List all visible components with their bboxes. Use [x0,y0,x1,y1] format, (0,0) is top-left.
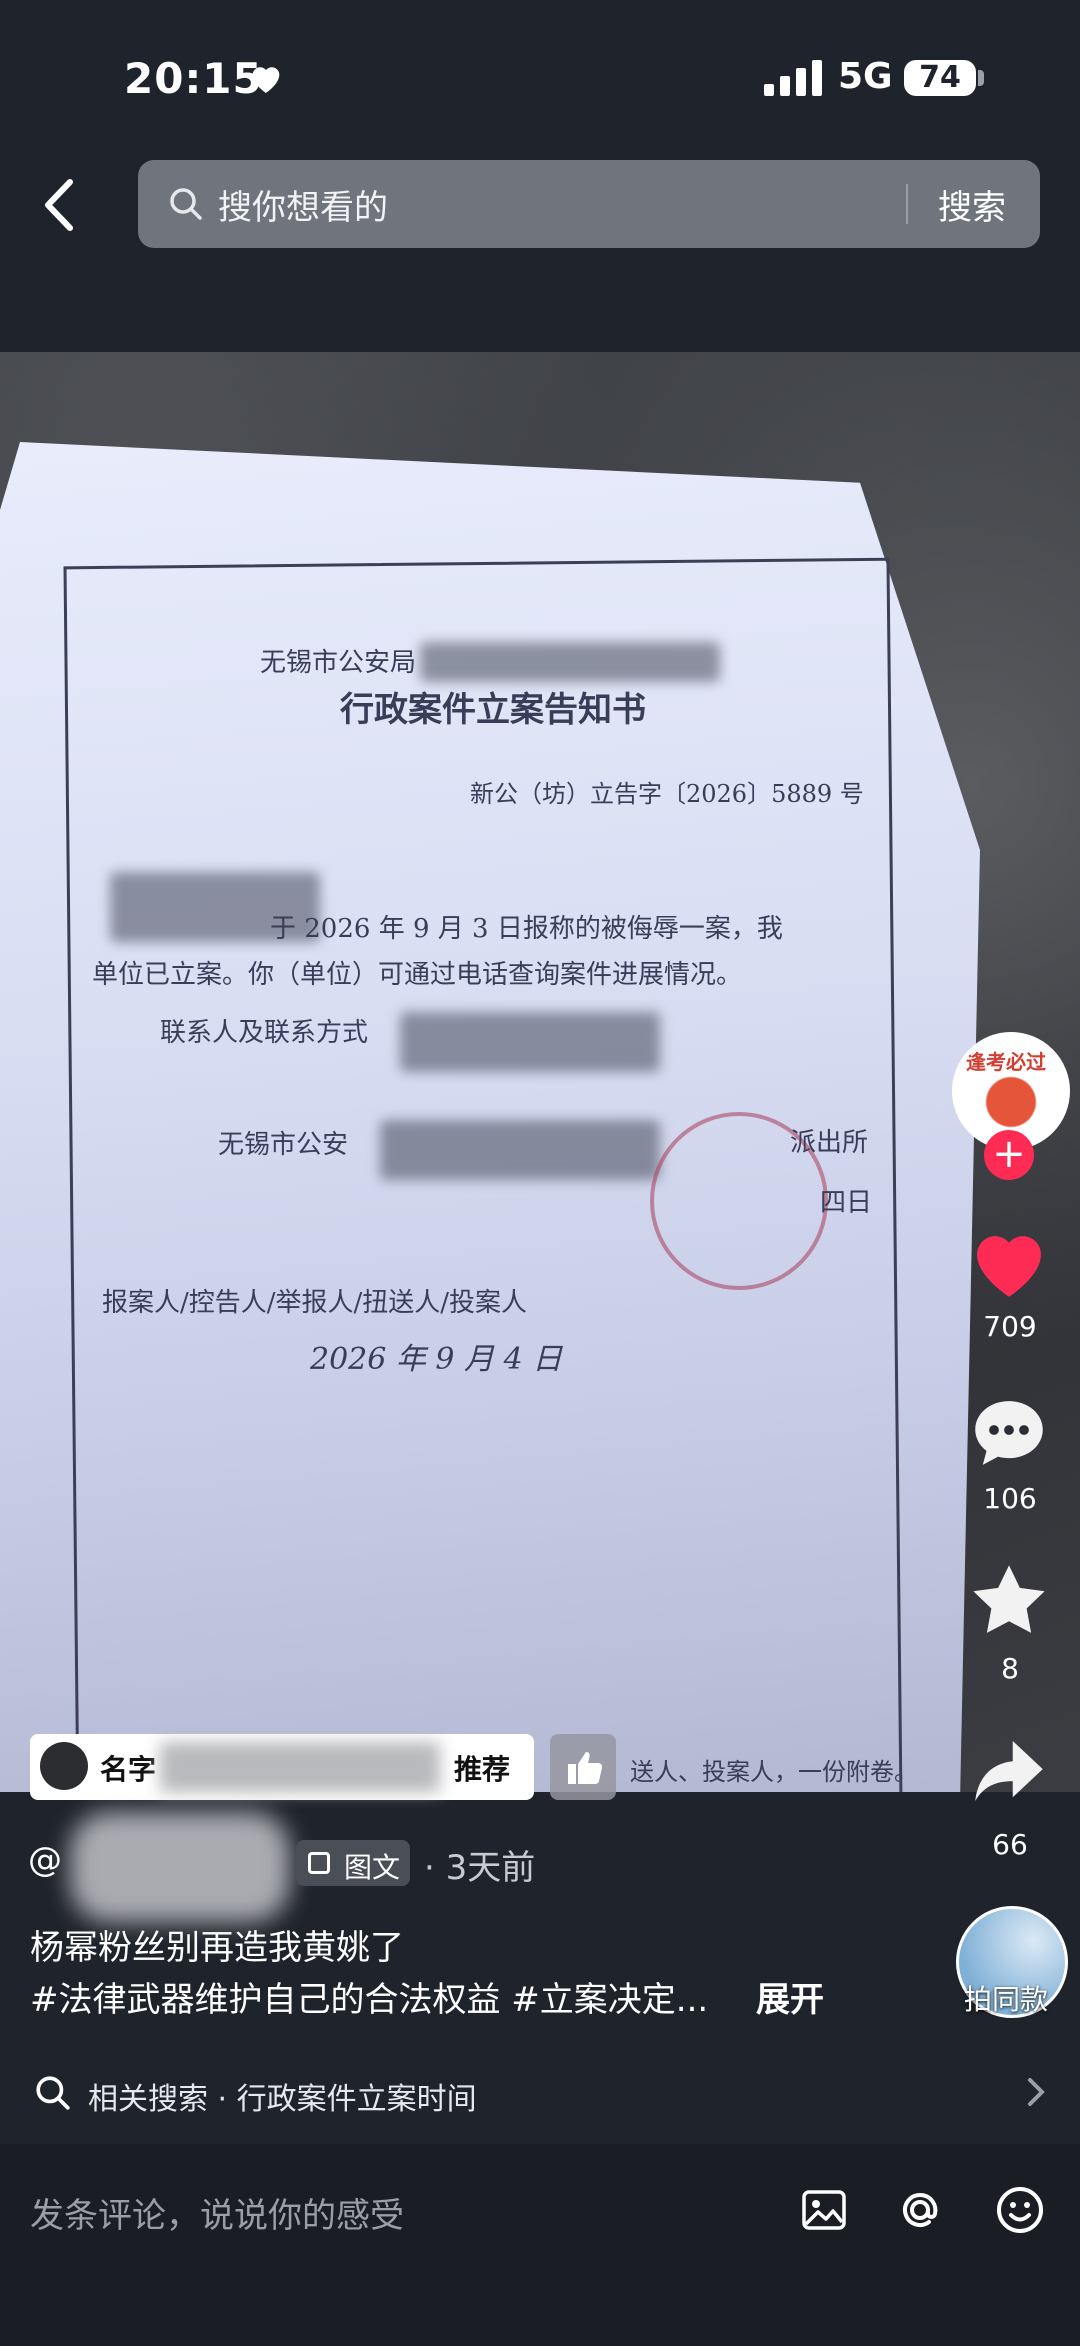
favorite-star-icon[interactable] [964,1556,1054,1646]
search-button[interactable]: 搜索 [938,180,1006,229]
follow-button[interactable]: + [984,1130,1034,1180]
post-type-label: 图文 [344,1851,401,1884]
signal-icon [764,60,822,96]
doc-sign-date: 四日 [820,1188,873,1218]
recommender-avatar [40,1742,88,1790]
doc-title: 行政案件立案告知书 [340,690,646,730]
comment-input-bar: 发条评论，说说你的感受 [0,2144,1080,2346]
like-count: 709 [983,1310,1037,1343]
status-time: 20:15 [124,54,263,103]
post-hashtags[interactable]: #法律武器维护自己的合法权益 #立案决定... [30,1972,708,2021]
mention-at-icon[interactable] [894,2184,946,2236]
image-icon[interactable] [800,2186,848,2234]
post-image[interactable]: 无锡市公安局 行政案件立案告知书 新公（坊）立告字〔2026〕5889 号 于 … [0,352,1080,1792]
back-arrow-icon[interactable] [30,170,90,240]
comment-count: 106 [983,1482,1037,1515]
battery-nub [978,70,984,86]
post-caption: 杨幂粉丝别再造我黄姚了 [30,1928,404,1968]
comment-icon[interactable] [964,1388,1054,1478]
battery-indicator: 74 [904,60,976,96]
doc-line1: 于 2026 年 9 月 3 日报称的被侮辱一案，我 [270,914,783,944]
share-arrow-icon[interactable] [964,1726,1054,1816]
heart-status-icon [252,67,280,93]
related-search-text: 相关搜索 · 行政案件立案时间 [88,2082,477,2117]
like-heart-icon[interactable] [964,1218,1054,1308]
avatar-text: 逢考必过 [966,1050,1046,1074]
chevron-right-icon [1028,2078,1045,2106]
author-handle[interactable]: @ [28,1840,62,1880]
redaction-blur [420,642,720,682]
redaction-blur [400,1012,660,1072]
doc-number: 新公（坊）立告字〔2026〕5889 号 [470,780,864,808]
network-type: 5G [838,56,893,97]
share-count: 66 [992,1828,1028,1861]
status-bar: 20:15 5G 74 [0,0,1080,150]
doc-sign-station: 派出所 [790,1128,869,1158]
image-text-icon [308,1852,330,1874]
doc-agency: 无锡市公安局 [260,648,417,678]
search-icon [36,2076,70,2110]
remix-label[interactable]: 拍同款 [964,1978,1048,2018]
expand-caption-button[interactable]: 展开 [756,1972,824,2021]
doc-agency2: 无锡市公安 [218,1130,349,1160]
doc-footer: 送人、投案人，一份附卷。 [630,1758,918,1786]
doc-handwritten-date: 2026 年 9 月 4 日 [310,1342,563,1377]
search-icon [170,188,202,220]
search-divider [906,184,908,224]
search-bar[interactable]: 搜你想看的 搜索 [138,160,1040,248]
post-type-badge: 图文 [296,1840,410,1886]
doc-line2: 单位已立案。你（单位）可通过电话查询案件进展情况。 [92,960,743,990]
post-time: · 3天前 [424,1848,536,1888]
redaction-blur [380,1120,660,1180]
search-input[interactable]: 搜你想看的 [218,180,388,229]
doc-reporter-line: 报案人/控告人/举报人/扭送人/投案人 [102,1288,528,1318]
author-redaction [70,1812,290,1922]
doc-contact: 联系人及联系方式 [160,1018,369,1048]
related-search-bar[interactable]: 相关搜索 · 行政案件立案时间 [0,2054,1080,2134]
emoji-icon[interactable] [994,2184,1046,2236]
comment-input[interactable]: 发条评论，说说你的感受 [30,2188,404,2237]
thumbs-up-icon[interactable] [550,1734,616,1800]
recommender-name: 名字 [100,1753,157,1786]
name-redaction [160,1742,440,1792]
recommend-label: 推荐 [454,1753,511,1786]
recommend-chip[interactable]: 名字 推荐 [30,1734,534,1800]
favorite-count: 8 [1001,1652,1019,1685]
